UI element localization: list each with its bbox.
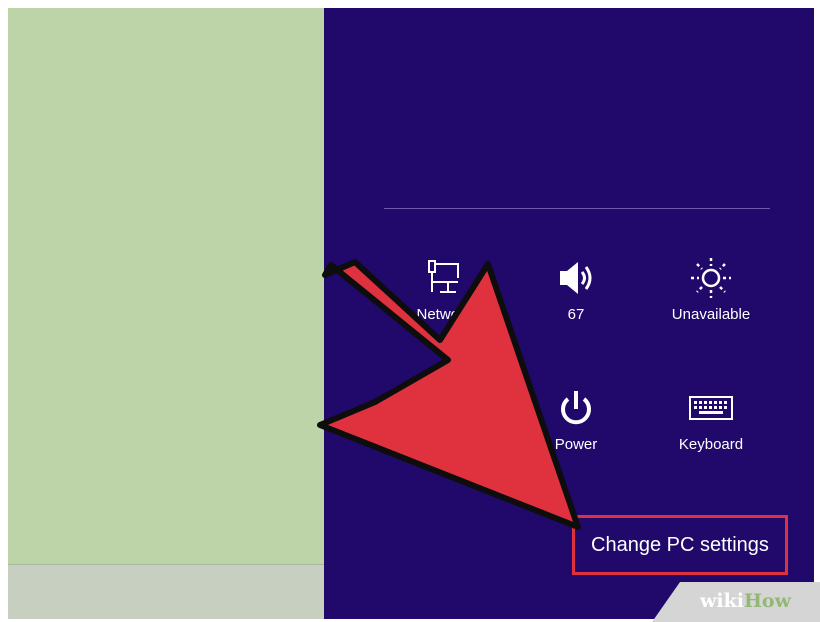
- pointer-arrow-icon: [317, 259, 581, 530]
- wikihow-watermark: wikiHow: [700, 590, 791, 612]
